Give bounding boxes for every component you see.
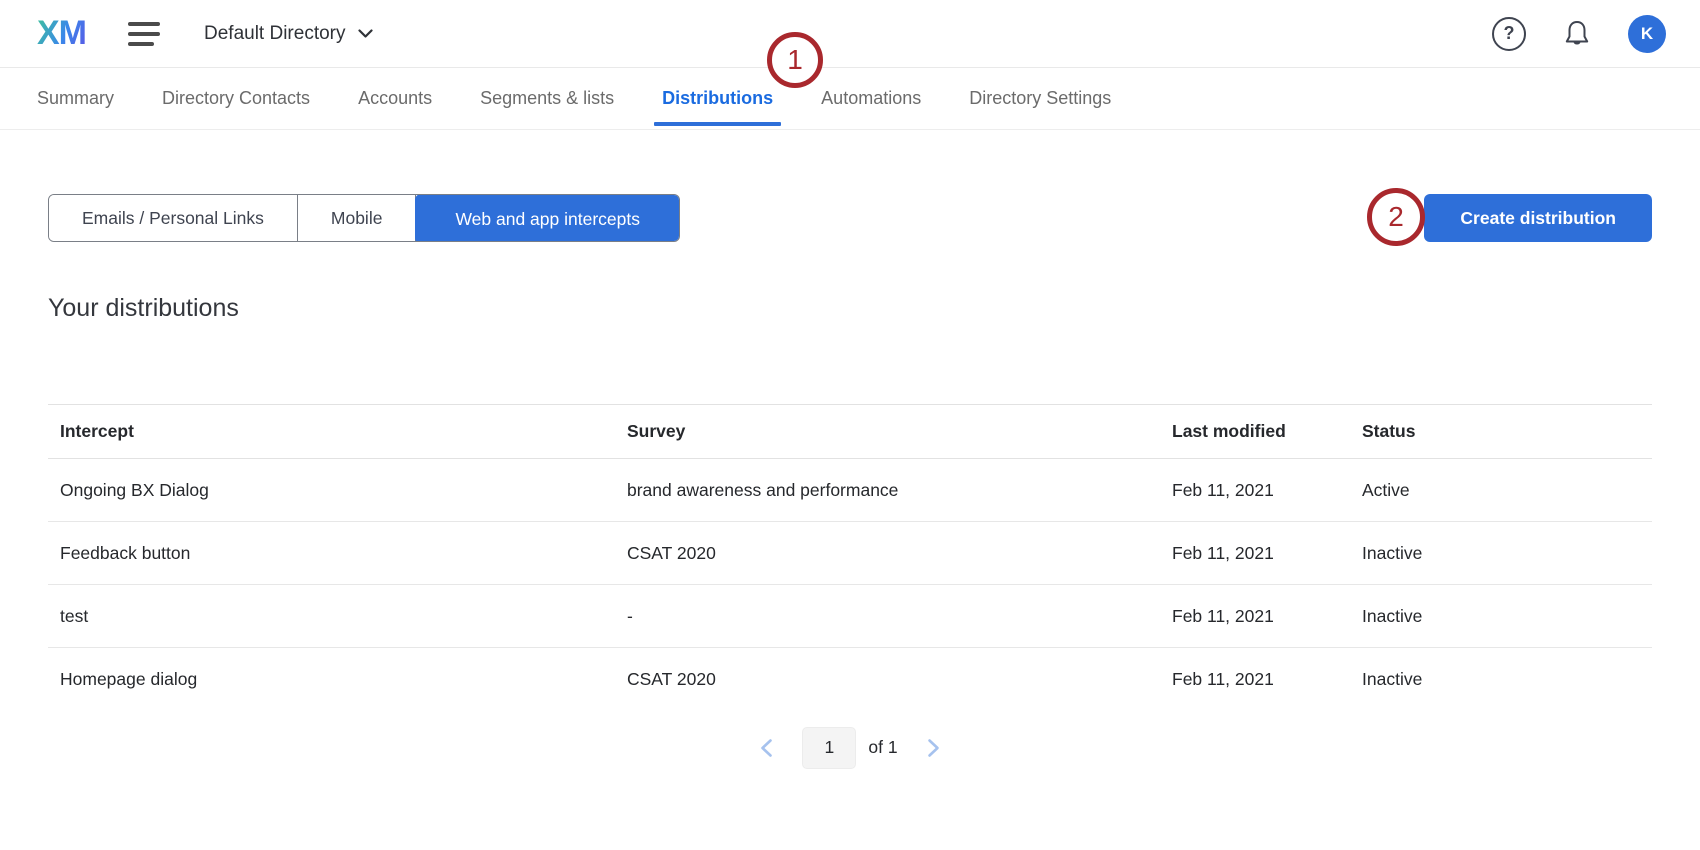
tab-accounts[interactable]: Accounts [358,68,432,129]
segment-emails-personal-links[interactable]: Emails / Personal Links [49,195,298,241]
cell-last-modified: Feb 11, 2021 [1160,522,1350,585]
topbar-actions: ? K [1492,15,1666,53]
cell-survey: - [615,585,1160,648]
tab-directory-settings[interactable]: Directory Settings [969,68,1111,129]
cell-intercept: Ongoing BX Dialog [48,459,615,522]
cell-status: Active [1350,459,1652,522]
next-page-icon[interactable] [920,732,947,764]
tab-automations[interactable]: Automations [821,68,921,129]
cell-status: Inactive [1350,648,1652,711]
segment-web-app-intercepts[interactable]: Web and app intercepts [415,194,680,242]
column-header-intercept: Intercept [48,405,615,459]
cell-intercept: Feedback button [48,522,615,585]
cell-intercept: Homepage dialog [48,648,615,711]
distributions-table: Intercept Survey Last modified Status On… [48,404,1652,711]
column-header-survey: Survey [615,405,1160,459]
cell-status: Inactive [1350,522,1652,585]
cell-survey: CSAT 2020 [615,648,1160,711]
cell-last-modified: Feb 11, 2021 [1160,648,1350,711]
notifications-bell-icon[interactable] [1562,18,1592,50]
table-row[interactable]: Ongoing BX Dialog brand awareness and pe… [48,459,1652,522]
cell-last-modified: Feb 11, 2021 [1160,459,1350,522]
previous-page-icon[interactable] [753,732,780,764]
tab-segments-lists[interactable]: Segments & lists [480,68,614,129]
column-header-status: Status [1350,405,1652,459]
table-row[interactable]: test - Feb 11, 2021 Inactive [48,585,1652,648]
hamburger-menu-icon[interactable] [128,22,160,46]
cell-status: Inactive [1350,585,1652,648]
help-icon[interactable]: ? [1492,17,1526,51]
annotation-circle-1: 1 [767,32,823,88]
column-header-last-modified: Last modified [1160,405,1350,459]
directory-tab-bar: Summary Directory Contacts Accounts Segm… [0,68,1700,130]
cell-intercept: test [48,585,615,648]
chevron-down-icon [358,29,373,38]
directory-selector-label: Default Directory [204,23,346,45]
directory-selector[interactable]: Default Directory [204,23,373,45]
cell-survey: CSAT 2020 [615,522,1160,585]
table-row[interactable]: Feedback button CSAT 2020 Feb 11, 2021 I… [48,522,1652,585]
main-content: Emails / Personal Links Mobile Web and a… [0,194,1700,769]
segment-mobile[interactable]: Mobile [298,195,417,241]
pagination: 1 of 1 [48,727,1652,769]
cell-survey: brand awareness and performance [615,459,1160,522]
distribution-type-segmented-control: Emails / Personal Links Mobile Web and a… [48,194,680,242]
xm-logo[interactable]: XM [37,14,86,53]
table-header-row: Intercept Survey Last modified Status [48,405,1652,459]
annotation-circle-2: 2 [1367,188,1425,246]
tab-summary[interactable]: Summary [37,68,114,129]
page-title: Your distributions [48,294,1652,323]
page-count-label: of 1 [868,737,897,758]
top-bar: XM Default Directory ? K [0,0,1700,68]
tab-distributions[interactable]: Distributions [662,68,773,129]
cell-last-modified: Feb 11, 2021 [1160,585,1350,648]
current-page-input[interactable]: 1 [802,727,856,769]
table-row[interactable]: Homepage dialog CSAT 2020 Feb 11, 2021 I… [48,648,1652,711]
tab-directory-contacts[interactable]: Directory Contacts [162,68,310,129]
create-distribution-button[interactable]: Create distribution [1424,194,1652,242]
user-avatar[interactable]: K [1628,15,1666,53]
